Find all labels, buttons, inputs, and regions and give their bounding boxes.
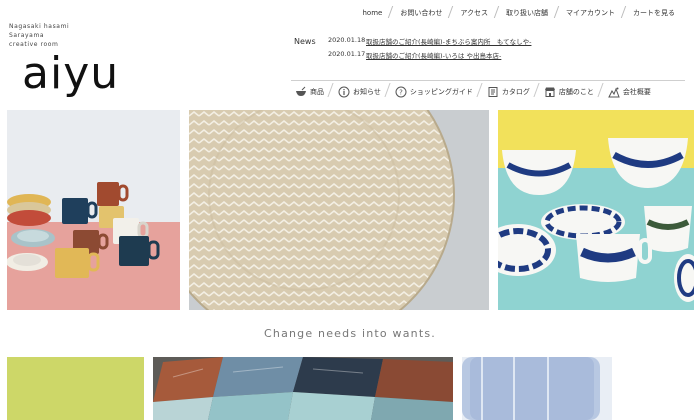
news-date: 2020.01.18 xyxy=(328,36,366,44)
news-heading: News xyxy=(294,37,316,46)
site-tagline: Change needs into wants. xyxy=(264,327,436,340)
tiles-illustration xyxy=(153,357,453,420)
main-nav-label: 会社概要 xyxy=(622,87,651,96)
news-date: 2020.01.17 xyxy=(328,50,366,58)
main-nav-label: カタログ xyxy=(501,87,530,96)
news-list: 2020.01.18 取扱店舗のご紹介(長崎編)-まちぶら案内所 もてなしや- … xyxy=(328,36,531,64)
hero-photo-plate[interactable] xyxy=(189,110,489,310)
top-nav-contact[interactable]: お問い合わせ xyxy=(391,8,451,18)
brand-subtitle: Nagasaki hasami Sarayama creative room xyxy=(9,22,69,49)
question-icon: ? xyxy=(395,86,407,98)
news-item: 2020.01.17 取扱店舗のご紹介(長崎編)-いろは や出島本店- xyxy=(328,50,531,64)
main-nav-catalog[interactable]: カタログ xyxy=(480,86,537,98)
svg-text:?: ? xyxy=(399,88,403,96)
bowl-icon xyxy=(295,86,307,98)
plate-illustration xyxy=(189,110,489,310)
top-nav-stores[interactable]: 取り扱い店舗 xyxy=(497,8,557,18)
blue-dish-illustration xyxy=(462,357,612,420)
news-link[interactable]: 取扱店舗のご紹介(長崎編)-まちぶら案内所 もてなしや- xyxy=(366,36,531,50)
main-nav: 商品 お知らせ ? ショッピングガイド カタログ 店舗のこと 会社概要 xyxy=(291,80,685,102)
news-link[interactable]: 取扱店舗のご紹介(長崎編)-いろは や出島本店- xyxy=(366,50,501,64)
catalog-icon xyxy=(487,86,499,98)
main-nav-label: お知らせ xyxy=(353,87,381,96)
info-icon xyxy=(338,86,350,98)
brand-subtitle-line: Nagasaki hasami xyxy=(9,23,70,30)
main-nav-shopping-guide[interactable]: ? ショッピングガイド xyxy=(388,86,480,98)
logo[interactable]: aiyu xyxy=(22,52,119,96)
main-nav-products[interactable]: 商品 xyxy=(291,86,331,98)
top-nav-home[interactable]: home xyxy=(353,9,391,17)
mugs-illustration xyxy=(7,110,180,310)
green-illustration xyxy=(7,357,144,420)
main-nav-label: 商品 xyxy=(310,87,324,96)
news-item: 2020.01.18 取扱店舗のご紹介(長崎編)-まちぶら案内所 もてなしや- xyxy=(328,36,531,50)
hero-photo-blue-ware[interactable] xyxy=(498,110,694,310)
photo-tiles[interactable] xyxy=(153,357,453,420)
main-nav-label: ショッピングガイド xyxy=(409,87,473,96)
main-nav-company[interactable]: 会社概要 xyxy=(601,86,658,98)
top-nav-my-account[interactable]: マイアカウント xyxy=(557,8,624,18)
hero-photo-mugs[interactable] xyxy=(7,110,180,310)
photo-green-item[interactable] xyxy=(7,357,144,420)
top-nav-cart[interactable]: カートを見る xyxy=(624,8,684,18)
top-nav: home お問い合わせ アクセス 取り扱い店舗 マイアカウント カートを見る xyxy=(353,4,684,22)
company-icon xyxy=(608,86,620,98)
main-nav-label: 店舗のこと xyxy=(558,87,594,96)
store-icon xyxy=(544,86,556,98)
top-nav-access[interactable]: アクセス xyxy=(451,8,497,18)
brand-subtitle-line: Sarayama xyxy=(9,32,45,39)
photo-blue-dish[interactable] xyxy=(462,357,612,420)
main-nav-store[interactable]: 店舗のこと xyxy=(537,86,601,98)
main-nav-news[interactable]: お知らせ xyxy=(331,86,388,98)
blue-ware-illustration xyxy=(498,110,694,310)
